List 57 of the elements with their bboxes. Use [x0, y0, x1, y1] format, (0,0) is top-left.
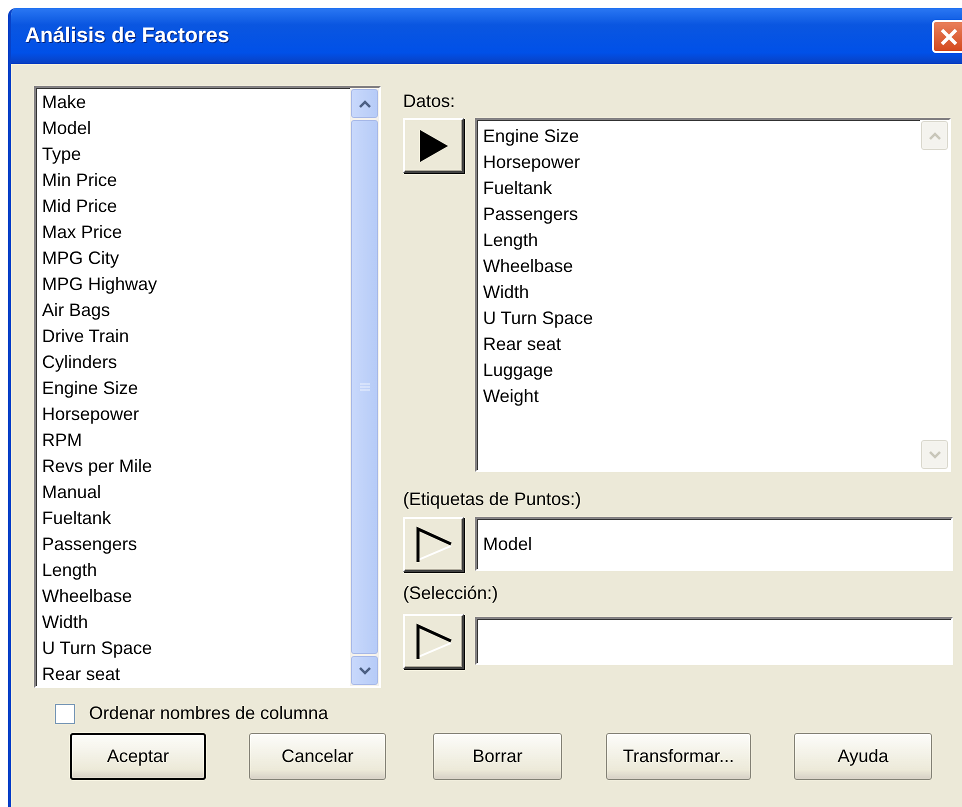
list-item[interactable]: Revs per Mile — [42, 453, 350, 479]
list-item[interactable]: Wheelbase — [42, 583, 350, 609]
list-item[interactable]: Length — [483, 227, 920, 253]
grip-icon — [360, 383, 370, 391]
list-item[interactable]: Cylinders — [42, 349, 350, 375]
list-item[interactable]: Length — [42, 557, 350, 583]
sort-checkbox[interactable] — [55, 704, 75, 724]
scroll-down-button[interactable] — [351, 656, 378, 685]
list-item[interactable]: Passengers — [483, 201, 920, 227]
scrollbar-thumb[interactable] — [351, 120, 378, 654]
list-item[interactable]: Type — [42, 141, 350, 167]
list-item[interactable]: Mid Price — [42, 193, 350, 219]
list-item[interactable]: Weight — [483, 383, 920, 409]
list-item[interactable]: RPM — [42, 427, 350, 453]
selection-field[interactable] — [475, 617, 953, 665]
list-item[interactable]: Passengers — [42, 531, 350, 557]
list-item[interactable]: Manual — [42, 479, 350, 505]
scroll-up-button[interactable] — [351, 89, 378, 118]
list-item[interactable]: U Turn Space — [483, 305, 920, 331]
dialog-button[interactable]: Cancelar — [249, 733, 386, 780]
datos-add-button[interactable] — [403, 118, 464, 173]
dialog-button[interactable]: Aceptar — [70, 733, 206, 780]
selection-add-button[interactable] — [403, 614, 464, 669]
dialog-button[interactable]: Ayuda — [794, 733, 932, 780]
list-item[interactable]: Luggage — [483, 357, 920, 383]
list-item[interactable]: Min Price — [42, 167, 350, 193]
list-item[interactable]: Max Price — [42, 219, 350, 245]
list-item[interactable]: Make — [42, 89, 350, 115]
column-listbox[interactable] — [34, 86, 381, 688]
list-item[interactable]: Air Bags — [42, 297, 350, 323]
list-item[interactable]: Width — [42, 609, 350, 635]
point-labels-field[interactable]: Model — [475, 517, 953, 571]
selection-label: (Selección:) — [403, 582, 500, 604]
list-item[interactable]: Fueltank — [483, 175, 920, 201]
close-button[interactable] — [932, 20, 962, 53]
point-labels-add-button[interactable] — [403, 517, 464, 572]
list-item[interactable]: Rear seat — [483, 331, 920, 357]
list-item[interactable]: MPG City — [42, 245, 350, 271]
list-item[interactable]: Drive Train — [42, 323, 350, 349]
list-item[interactable]: Width — [483, 279, 920, 305]
list-item[interactable]: Wheelbase — [483, 253, 920, 279]
checkbox-label: Ordenar nombres de columna — [89, 702, 328, 725]
list-item[interactable]: U Turn Space — [42, 635, 350, 661]
dialog-button[interactable]: Transformar... — [606, 733, 751, 780]
list-item[interactable]: Horsepower — [483, 149, 920, 175]
list-item[interactable]: Rear seat — [42, 661, 350, 686]
point-labels-label: (Etiquetas de Puntos:) — [403, 488, 582, 510]
list-item[interactable]: Fueltank — [42, 505, 350, 531]
list-item[interactable]: Horsepower — [42, 401, 350, 427]
dialog-button[interactable]: Borrar — [433, 733, 562, 780]
datos-listbox[interactable]: Engine Size Horsepower Fueltank Passengers Length Wheelbase Width U Turn Space Rear seat Luggage Weight — [475, 118, 951, 472]
list-item[interactable]: Engine Size — [42, 375, 350, 401]
list-item[interactable]: MPG Highway — [42, 271, 350, 297]
list-item[interactable]: Model — [42, 115, 350, 141]
window-title: Análisis de Factores — [25, 23, 230, 50]
list-item[interactable]: Engine Size — [483, 123, 920, 149]
datos-label: Datos: — [403, 90, 456, 112]
